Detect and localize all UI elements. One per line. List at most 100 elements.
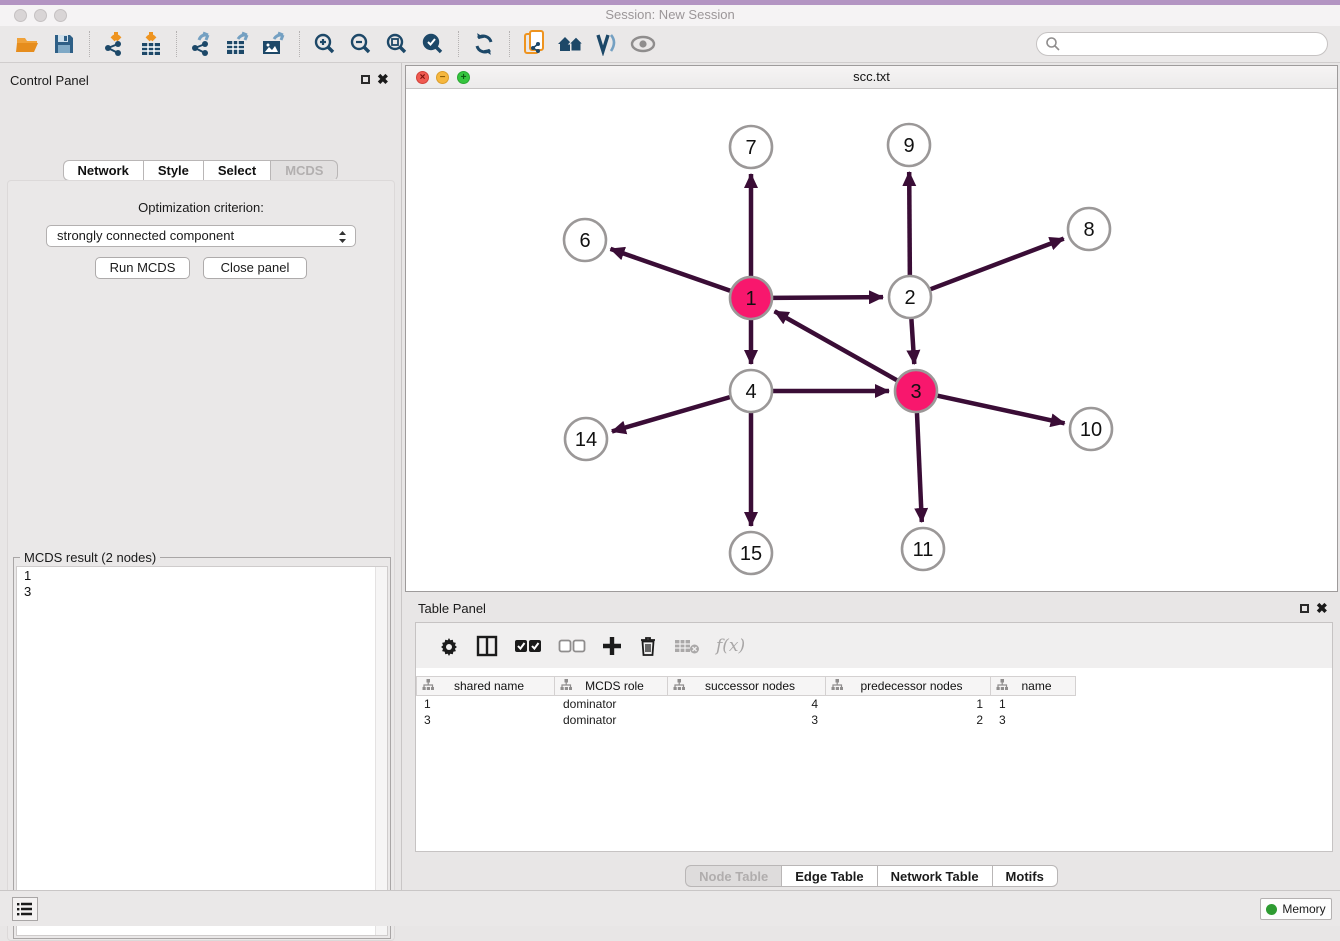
svg-text:3: 3 — [910, 381, 921, 403]
zoom-out-icon[interactable] — [346, 30, 376, 58]
columns-icon[interactable] — [476, 631, 498, 661]
graph-node-6[interactable]: 6 — [564, 219, 606, 261]
tab-network-table[interactable]: Network Table — [877, 865, 992, 887]
save-session-icon[interactable] — [49, 30, 79, 58]
column-header-name[interactable]: name — [991, 676, 1076, 696]
new-network-icon[interactable] — [520, 30, 550, 58]
svg-text:9: 9 — [903, 135, 914, 157]
column-type-icon — [560, 679, 572, 690]
graph-edge-3-10[interactable] — [937, 396, 1064, 424]
close-panel-icon[interactable]: ✖ — [377, 71, 389, 88]
task-history-button[interactable] — [12, 897, 38, 921]
graph-edge-1-6[interactable] — [610, 249, 730, 291]
graph-edge-3-1[interactable] — [775, 311, 897, 380]
svg-text:6: 6 — [579, 230, 590, 252]
graph-edge-2-9[interactable] — [909, 172, 910, 275]
table-toolbar: f(x) — [416, 623, 1332, 668]
memory-button[interactable]: Memory — [1260, 898, 1332, 920]
network-graph[interactable]: 7 9 6 8 1 2 4 3 14 10 15 11 — [406, 89, 1337, 591]
control-panel: Control Panel ✖ NetworkStyleSelectMCDS O… — [0, 63, 402, 890]
svg-text:7: 7 — [745, 137, 756, 159]
column-header-successor-nodes[interactable]: successor nodes — [668, 676, 826, 696]
window-titlebar: Session: New Session — [0, 5, 1340, 26]
mcds-result-list[interactable]: 13 — [16, 566, 388, 936]
delete-icon[interactable] — [638, 631, 658, 661]
table-row[interactable]: 1dominator411 — [416, 696, 1332, 712]
home-icon[interactable] — [556, 30, 586, 58]
mcds-result-legend: MCDS result (2 nodes) — [20, 550, 160, 565]
tab-network[interactable]: Network — [63, 160, 143, 181]
graph-node-1[interactable]: 1 — [730, 277, 772, 319]
svg-text:8: 8 — [1083, 219, 1094, 241]
search-input[interactable] — [1036, 32, 1328, 56]
add-column-icon[interactable] — [602, 631, 622, 661]
result-scrollbar[interactable] — [375, 567, 387, 935]
graph-edge-1-2[interactable] — [773, 297, 883, 298]
result-line: 1 — [17, 567, 387, 583]
delete-table-icon — [674, 631, 700, 661]
network-canvas[interactable]: 7 9 6 8 1 2 4 3 14 10 15 11 — [406, 89, 1337, 591]
open-file-icon[interactable] — [13, 30, 43, 58]
function-builder-icon: f(x) — [716, 631, 745, 661]
graph-node-2[interactable]: 2 — [889, 276, 931, 318]
graph-node-11[interactable]: 11 — [902, 528, 944, 570]
export-network-icon[interactable] — [187, 30, 217, 58]
svg-text:11: 11 — [913, 539, 934, 561]
column-header-predecessor-nodes[interactable]: predecessor nodes — [826, 676, 991, 696]
tab-node-table[interactable]: Node Table — [685, 865, 781, 887]
zoom-fit-icon[interactable] — [382, 30, 412, 58]
network-frame-title: scc.txt — [406, 69, 1337, 84]
graph-edge-2-3[interactable] — [911, 319, 914, 364]
network-view-frame: × − + scc.txt 7 9 6 8 1 2 4 3 14 10 15 11 — [405, 65, 1338, 592]
refresh-icon[interactable] — [469, 30, 499, 58]
graph-edge-2-8[interactable] — [931, 239, 1064, 290]
result-lines: 13 — [17, 567, 387, 599]
run-mcds-button[interactable]: Run MCDS — [95, 257, 190, 279]
graph-node-4[interactable]: 4 — [730, 370, 772, 412]
deselect-all-icon[interactable] — [558, 631, 586, 661]
column-header-shared-name[interactable]: shared name — [416, 676, 555, 696]
graph-node-15[interactable]: 15 — [730, 532, 772, 574]
graph-node-9[interactable]: 9 — [888, 124, 930, 166]
tab-select[interactable]: Select — [203, 160, 270, 181]
toolbar-separator — [176, 31, 177, 57]
eye-icon — [628, 30, 658, 58]
column-header-MCDS-role[interactable]: MCDS role — [555, 676, 668, 696]
zoom-in-icon[interactable] — [310, 30, 340, 58]
tab-motifs[interactable]: Motifs — [992, 865, 1058, 887]
list-icon — [16, 901, 34, 917]
svg-text:4: 4 — [745, 381, 756, 403]
float-panel-icon[interactable] — [361, 75, 370, 84]
memory-label: Memory — [1282, 902, 1325, 916]
import-network-icon[interactable] — [100, 30, 130, 58]
column-type-icon — [422, 679, 434, 690]
graph-node-7[interactable]: 7 — [730, 126, 772, 168]
graph-edge-3-11[interactable] — [917, 413, 922, 522]
export-table-icon[interactable] — [223, 30, 253, 58]
tab-style[interactable]: Style — [143, 160, 203, 181]
table-cell: dominator — [555, 696, 668, 712]
graph-node-10[interactable]: 10 — [1070, 408, 1112, 450]
graph-edge-4-14[interactable] — [612, 397, 730, 431]
zoom-selected-icon[interactable] — [418, 30, 448, 58]
vizmap-icon[interactable] — [592, 30, 622, 58]
graph-node-3[interactable]: 3 — [895, 370, 937, 412]
graph-node-8[interactable]: 8 — [1068, 208, 1110, 250]
tab-edge-table[interactable]: Edge Table — [781, 865, 876, 887]
table-row[interactable]: 3dominator323 — [416, 712, 1332, 728]
table-cell: dominator — [555, 712, 668, 728]
float-table-panel-icon[interactable] — [1300, 604, 1309, 613]
optimization-criterion-select[interactable]: strongly connected component — [46, 225, 356, 247]
import-table-icon[interactable] — [136, 30, 166, 58]
network-frame-titlebar[interactable]: × − + scc.txt — [406, 66, 1337, 89]
gear-icon[interactable] — [438, 631, 460, 661]
close-table-panel-icon[interactable]: ✖ — [1316, 600, 1328, 617]
tab-mcds[interactable]: MCDS — [270, 160, 338, 181]
svg-text:10: 10 — [1080, 419, 1102, 441]
select-all-icon[interactable] — [514, 631, 542, 661]
graph-node-14[interactable]: 14 — [565, 418, 607, 460]
close-panel-button[interactable]: Close panel — [203, 257, 307, 279]
export-image-icon[interactable] — [259, 30, 289, 58]
toolbar-separator — [299, 31, 300, 57]
svg-text:1: 1 — [745, 288, 756, 310]
